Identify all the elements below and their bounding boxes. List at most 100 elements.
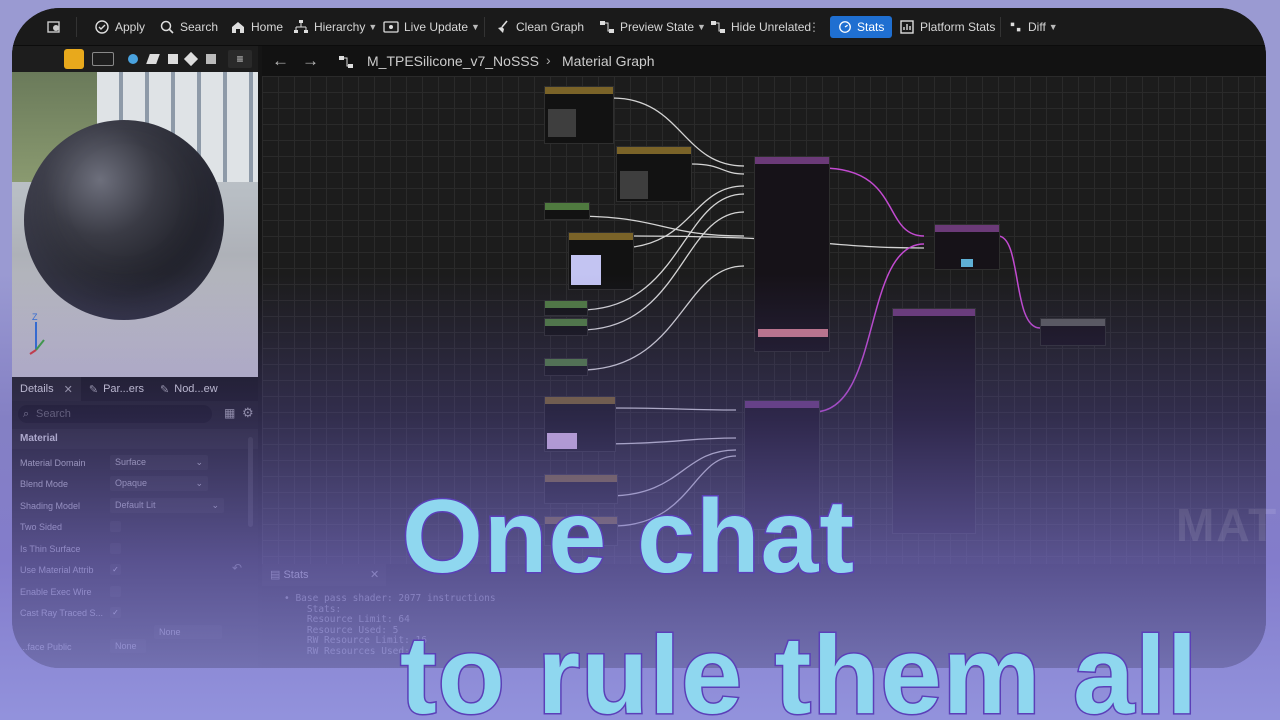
headline-line-2: to rule them all [398,614,1199,720]
mesh-preview-icon[interactable] [206,54,216,64]
hide-unrelated-label: Hide Unrelated [731,20,812,34]
scalar-node-3[interactable] [544,318,588,336]
substrate-vertical-layer-node[interactable] [934,224,1000,270]
svg-text:Z: Z [32,312,38,322]
material-preview-viewport[interactable]: Z [12,72,258,377]
shading-model-value: Default Lit [115,500,156,510]
reset-arrow-icon[interactable]: ↶ [232,561,242,575]
stats-button[interactable]: Stats [830,16,893,38]
preview-state-label: Preview State [620,20,695,34]
sphere-preview-icon[interactable] [128,54,138,64]
exec-wire-checkbox[interactable] [110,586,121,597]
substrate-shading-models-node[interactable] [892,308,976,534]
constant3-node-2[interactable] [616,146,692,202]
platform-stats-icon [900,20,914,34]
hierarchy-dropdown[interactable]: Hierarchy ▼ [293,8,377,46]
close-icon[interactable]: ✕ [64,383,73,396]
headline-line-1: One chat [401,479,856,595]
details-search-input[interactable]: ⌕ Search [18,405,212,423]
home-icon [232,22,244,33]
extra-select[interactable]: None [154,625,222,639]
search-placeholder: Search [36,408,71,420]
material-output-node[interactable] [1040,318,1106,346]
extra-value: None [159,627,181,637]
stats-line: • Base pass shader: 2077 instructions [284,593,496,604]
constant3-node-3[interactable] [568,232,634,290]
material-icon[interactable] [46,8,67,46]
shading-model-select[interactable]: Default Lit ⌄ [110,498,224,513]
cast-ray-traced-checkbox[interactable]: ✓ [110,607,121,618]
apply-icon [95,20,109,34]
live-update-dropdown[interactable]: Live Update ▼ [383,8,480,46]
stats-icon [839,21,851,33]
viewport-toolbar: ≡ [12,46,258,72]
prop-label: Two Sided [20,522,63,532]
prop-label: Shading Model [20,501,81,511]
breadcrumb-page: Material Graph [562,53,655,69]
material-section-header[interactable]: Material [12,429,258,449]
live-update-label: Live Update [404,20,469,34]
tab-node-preview[interactable]: ✎ Nod...ew [152,377,226,401]
details-tab-label: Details [20,383,54,395]
table-view-icon[interactable]: ▦ [224,406,235,420]
scalar-node-2[interactable] [544,300,588,316]
back-arrow-icon[interactable]: ← [272,51,289,71]
details-scrollbar[interactable] [248,437,253,527]
chevron-down-icon: ▼ [697,22,706,32]
plane-preview-icon[interactable] [146,54,160,64]
forward-arrow-icon[interactable]: → [302,51,319,71]
clean-graph-button[interactable]: Clean Graph [495,8,584,46]
cylinder-preview-icon[interactable] [183,51,199,67]
broom-icon [498,20,508,33]
blend-mode-value: Opaque [115,478,148,488]
tab-stats[interactable]: ▤ Stats ✕ [262,564,386,586]
prop-label: Cast Ray Traced S... [20,608,104,618]
breadcrumb-chevron-icon: › [546,52,551,68]
gear-icon[interactable]: ⚙ [242,405,254,421]
scalar-node-4[interactable] [544,358,588,376]
apply-button[interactable]: Apply [94,8,145,46]
preview-state-dropdown[interactable]: Preview State ▼ [599,8,706,46]
material-attrib-checkbox[interactable]: ✓ [110,564,121,575]
more-options-icon[interactable]: ⋮ [808,8,820,46]
material-domain-value: Surface [115,457,147,467]
cube-preview-icon[interactable] [168,54,178,64]
blend-mode-select[interactable]: Opaque ⌄ [110,476,208,491]
material-domain-select[interactable]: Surface ⌄ [110,455,208,470]
search-button[interactable]: Search [159,8,218,46]
public-select[interactable]: None [110,639,146,653]
scalar-node[interactable] [544,202,590,220]
thin-surface-checkbox[interactable] [110,543,121,554]
prop-label: ...face Public [20,642,72,652]
chevron-down-icon: ▼ [368,22,378,32]
close-icon[interactable]: ✕ [370,564,379,586]
hide-unrelated-button[interactable]: Hide Unrelated [710,8,811,46]
hamburger-menu-icon[interactable]: ≡ [228,50,252,68]
breadcrumb-asset[interactable]: M_TPESilicone_v7_NoSSS [367,53,539,69]
tab-parameters[interactable]: ✎ Par...ers [81,377,152,401]
constant3-node[interactable] [544,86,614,144]
live-update-icon [383,21,399,33]
preview-sphere [24,120,224,320]
chevron-down-icon: ⌄ [195,457,203,467]
prop-label: Blend Mode [20,479,69,489]
diff-dropdown[interactable]: Diff ▼ [1009,8,1058,46]
pencil-icon: ✎ [160,383,170,396]
home-button[interactable]: Home [230,8,283,46]
two-sided-checkbox[interactable] [110,521,121,532]
axis-gizmo-icon: Z [29,312,45,355]
hierarchy-label: Hierarchy [314,20,366,34]
preview-state-icon [600,21,614,33]
pencil-icon: ✎ [88,383,99,396]
prop-label: Is Thin Surface [20,544,81,554]
prop-label: Material Domain [20,458,86,468]
search-label: Search [180,20,219,34]
viewport-options-icon[interactable] [92,52,114,66]
platform-stats-button[interactable]: Platform Stats [899,8,995,46]
tab-details[interactable]: Details ✕ [12,377,81,401]
substrate-slab-node[interactable] [754,156,830,352]
constant3-node-4[interactable] [544,396,616,452]
realtime-toggle-icon[interactable] [64,49,84,69]
stats-tab-label: Stats [283,569,309,581]
prop-label: Use Material Attrib [20,565,94,575]
